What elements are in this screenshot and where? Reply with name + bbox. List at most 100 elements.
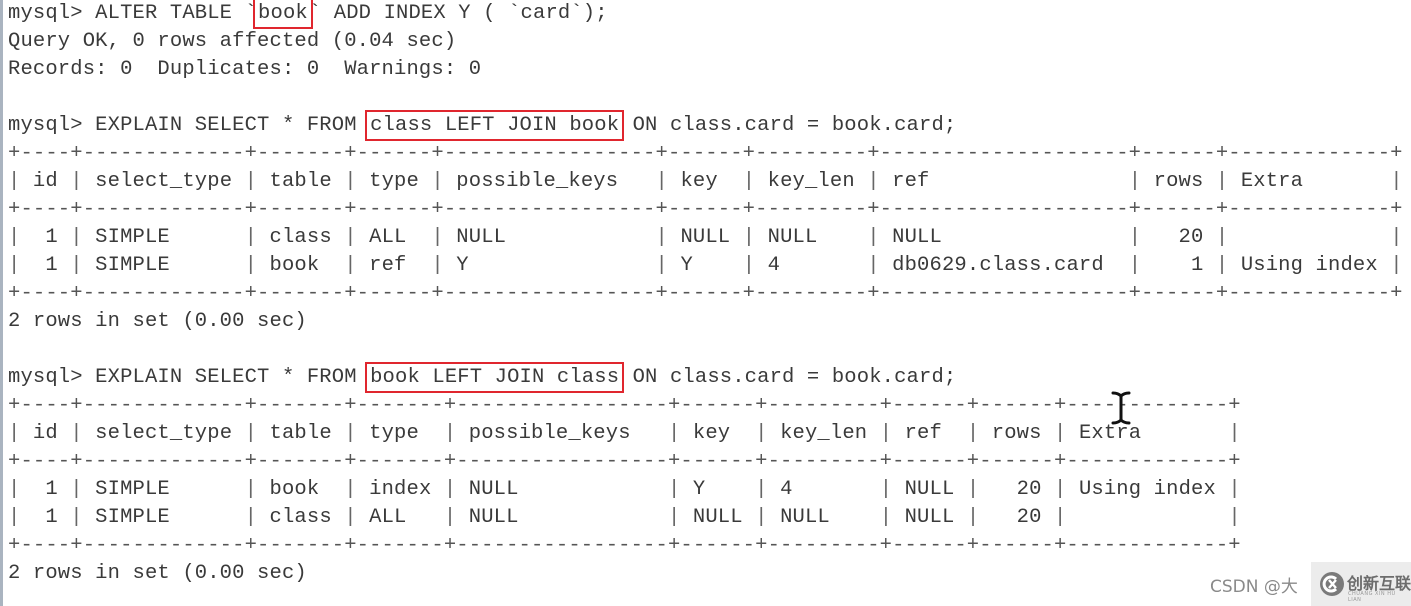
column-separator: |	[1215, 170, 1229, 193]
watermark-badge: 创新互联 CHUANG XIN HU LIAN	[1311, 562, 1411, 606]
cell-table: class	[257, 506, 345, 529]
highlight-box: book LEFT JOIN class	[365, 362, 625, 393]
column-separator: |	[879, 422, 893, 445]
column-separator: |	[244, 170, 258, 193]
column-header-key: key	[668, 170, 743, 193]
cell-id: 1	[20, 254, 71, 277]
cell-key-len: 4	[767, 478, 880, 501]
column-separator: |	[70, 506, 83, 529]
highlight-box: book	[253, 0, 313, 29]
cell-ref: NULL	[879, 226, 1129, 249]
cell-id: 1	[20, 478, 71, 501]
column-separator: |	[1054, 506, 1067, 529]
column-separator: |	[70, 170, 83, 193]
column-separator: |	[879, 478, 893, 501]
watermark: CSDN @大 创新互联 CHUANG XIN HU LIAN	[1200, 560, 1411, 606]
command-text: mysql> ALTER TABLE `	[8, 2, 258, 25]
column-separator: |	[1228, 422, 1241, 445]
column-separator: |	[668, 506, 681, 529]
column-header-ref: ref	[879, 170, 1129, 193]
column-separator: |	[443, 478, 457, 501]
cell-select-type: SIMPLE	[82, 506, 245, 529]
command-line[interactable]: mysql> EXPLAIN SELECT * FROM class LEFT …	[8, 110, 1403, 141]
cell-Extra: Using index	[1228, 254, 1391, 277]
command-line[interactable]: mysql> ALTER TABLE `book` ADD INDEX Y ( …	[8, 0, 1403, 29]
window-left-border	[0, 0, 3, 606]
cell-possible-keys: NULL	[456, 478, 668, 501]
cell-Extra	[1067, 506, 1229, 529]
column-separator: |	[668, 478, 681, 501]
column-separator: |	[344, 170, 357, 193]
cell-possible-keys: NULL	[443, 226, 656, 249]
cell-table: book	[257, 254, 345, 277]
output-line: Query OK, 0 rows affected (0.04 sec)	[8, 30, 457, 53]
cell-key: NULL	[668, 226, 743, 249]
column-separator: |	[70, 254, 83, 277]
column-header-possible-keys: possible_keys	[443, 170, 656, 193]
column-separator: |	[431, 170, 444, 193]
column-separator: |	[867, 226, 880, 249]
column-header-type: type	[356, 422, 444, 445]
column-header-rows: rows	[979, 422, 1055, 445]
column-separator: |	[1128, 170, 1142, 193]
cell-rows: 1	[1141, 254, 1216, 277]
column-separator: |	[8, 226, 21, 249]
column-separator: |	[443, 422, 457, 445]
column-header-select-type: select_type	[82, 170, 245, 193]
cell-select-type: SIMPLE	[82, 478, 245, 501]
table-border: +----+-------------+-------+-------+----…	[8, 450, 1241, 473]
column-separator: |	[867, 254, 880, 277]
cell-rows: 20	[979, 506, 1055, 529]
cell-rows: 20	[1141, 226, 1216, 249]
text-cursor-icon	[1111, 391, 1131, 425]
command-text: ON class.card = book.card;	[620, 114, 957, 137]
column-header-possible-keys: possible_keys	[456, 422, 668, 445]
command-text: mysql> EXPLAIN SELECT * FROM	[8, 114, 370, 137]
column-separator: |	[8, 254, 21, 277]
table-header-row: | id | select_type | table | type | poss…	[8, 168, 1403, 196]
column-separator: |	[70, 422, 83, 445]
column-header-select-type: select_type	[82, 422, 245, 445]
column-separator: |	[1228, 506, 1241, 529]
column-separator: |	[1054, 478, 1067, 501]
column-header-Extra: Extra	[1066, 422, 1229, 445]
column-header-table: table	[257, 170, 345, 193]
column-header-id: id	[20, 170, 71, 193]
cell-key-len: NULL	[755, 226, 868, 249]
cell-select-type: SIMPLE	[82, 226, 245, 249]
column-separator: |	[431, 254, 444, 277]
cell-key: Y	[668, 254, 743, 277]
cell-ref: db0629.class.card	[879, 254, 1129, 277]
terminal-output[interactable]: mysql> ALTER TABLE `book` ADD INDEX Y ( …	[8, 0, 1403, 588]
output-line: Records: 0 Duplicates: 0 Warnings: 0	[8, 58, 482, 81]
column-separator: |	[8, 422, 21, 445]
cell-possible-keys: Y	[443, 254, 656, 277]
cell-id: 1	[20, 506, 71, 529]
column-separator: |	[1228, 478, 1241, 501]
column-separator: |	[966, 506, 980, 529]
result-summary: 2 rows in set (0.00 sec)	[8, 562, 307, 585]
column-separator: |	[1215, 226, 1229, 249]
table-border: +----+-------------+-------+------+-----…	[8, 142, 1403, 165]
column-separator: |	[8, 478, 21, 501]
column-separator: |	[244, 506, 258, 529]
column-separator: |	[655, 226, 668, 249]
column-separator: |	[443, 506, 457, 529]
watermark-author: CSDN @大	[1210, 577, 1298, 597]
cell-table: book	[257, 478, 345, 501]
cell-key: Y	[680, 478, 756, 501]
cell-type: ALL	[356, 226, 432, 249]
cell-possible-keys: NULL	[456, 506, 668, 529]
cell-key-len: 4	[755, 254, 868, 277]
column-separator: |	[742, 170, 756, 193]
cell-type: index	[356, 478, 444, 501]
column-separator: |	[1128, 254, 1142, 277]
column-separator: |	[755, 506, 768, 529]
command-line[interactable]: mysql> EXPLAIN SELECT * FROM book LEFT J…	[8, 362, 1403, 393]
column-header-key-len: key_len	[755, 170, 868, 193]
cell-table: class	[257, 226, 345, 249]
column-separator: |	[244, 478, 258, 501]
table-row: | 1 | SIMPLE | class | ALL | NULL | NULL…	[8, 504, 1403, 532]
